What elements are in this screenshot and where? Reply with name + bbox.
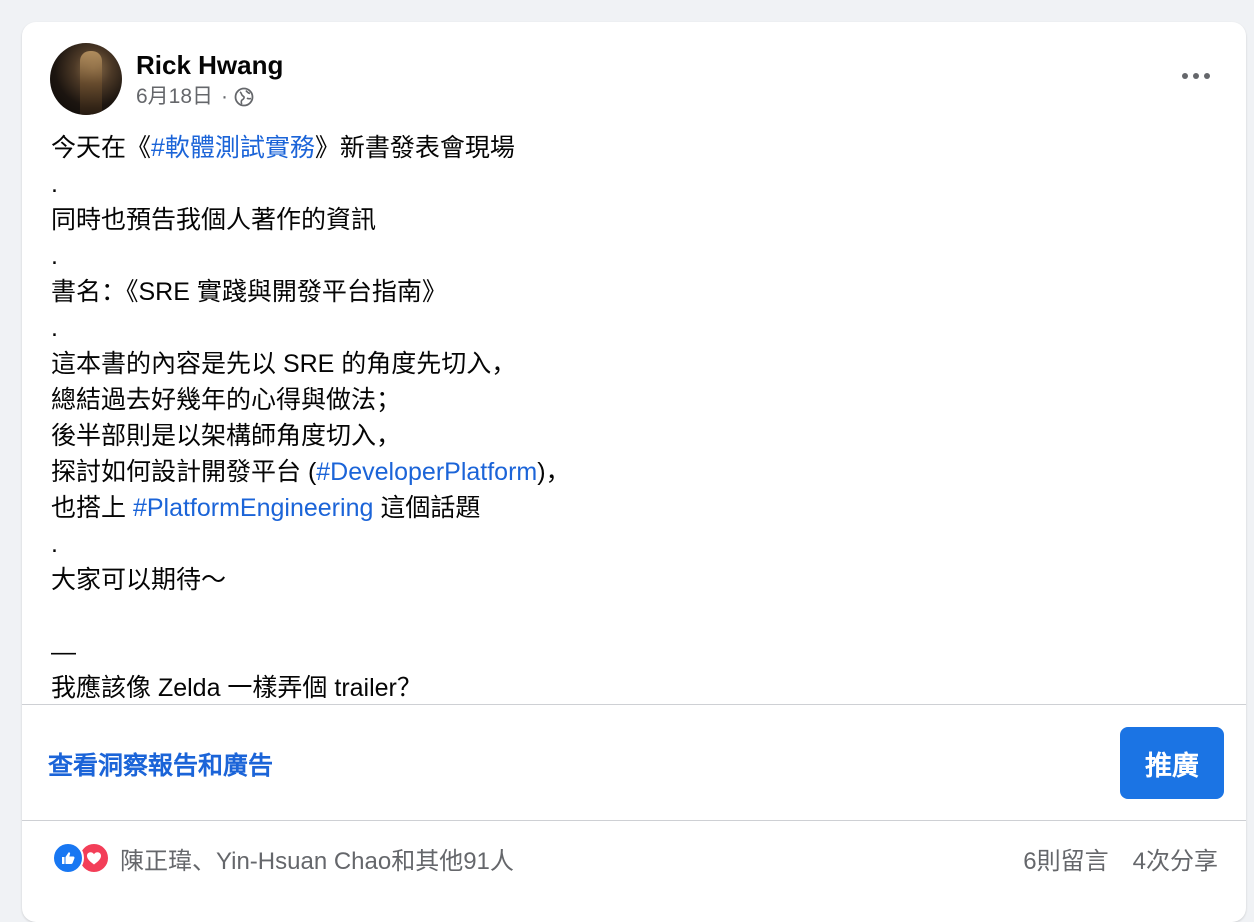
promote-button[interactable]: 推廣 bbox=[1120, 727, 1224, 799]
reacted-by-text[interactable]: 陳正瑋、Yin-Hsuan Chao和其他91人 bbox=[120, 841, 514, 876]
shares-count[interactable]: 4次分享 bbox=[1133, 841, 1218, 876]
post-date[interactable]: 6月18日 bbox=[136, 85, 213, 109]
globe-icon[interactable] bbox=[234, 87, 254, 107]
avatar[interactable] bbox=[50, 43, 122, 115]
hashtag-link[interactable]: #DeveloperPlatform bbox=[316, 458, 537, 486]
insights-link[interactable]: 查看洞察報告和廣告 bbox=[48, 746, 273, 782]
post-card: Rick Hwang 6月18日 · 今天在《#軟體測試實務》新書發表會現場. 同… bbox=[22, 22, 1246, 922]
post-text-line: 探討如何設計開發平台 (#DeveloperPlatform)， bbox=[51, 454, 1211, 490]
post-text: 這本書的內容是先以 SRE 的角度先切入， bbox=[51, 350, 517, 378]
post-text: 這個話題 bbox=[373, 494, 481, 522]
reaction-icons[interactable] bbox=[52, 842, 110, 874]
post-meta: 6月18日 · bbox=[136, 85, 283, 109]
post-text: 後半部則是以架構師角度切入， bbox=[51, 422, 402, 450]
like-icon bbox=[52, 842, 84, 874]
post-text: )， bbox=[537, 458, 571, 486]
post-text-line: 大家可以期待～ bbox=[51, 562, 1211, 598]
post-text: 我應該像 Zelda 一樣弄個 trailer？ bbox=[51, 674, 422, 702]
post-text-line: . bbox=[51, 526, 1211, 562]
post-text-line: 也搭上 #PlatformEngineering 這個話題 bbox=[51, 490, 1211, 526]
post-text: 書名：《SRE 實踐與開發平台指南》 bbox=[51, 278, 447, 306]
post-text: . bbox=[51, 170, 58, 198]
post-text-line: . bbox=[51, 238, 1211, 274]
post-text: 大家可以期待～ bbox=[51, 566, 227, 594]
post-body: 今天在《#軟體測試實務》新書發表會現場. 同時也預告我個人著作的資訊. 書名：《SR… bbox=[51, 130, 1211, 706]
comments-count[interactable]: 6則留言 bbox=[1023, 841, 1108, 876]
post-text: . bbox=[51, 242, 58, 270]
more-dot-icon bbox=[1182, 73, 1188, 79]
author-block: Rick Hwang 6月18日 · bbox=[136, 49, 283, 109]
hashtag-link[interactable]: #PlatformEngineering bbox=[133, 494, 373, 522]
post-text-line bbox=[51, 598, 1211, 634]
post-text-line: . bbox=[51, 166, 1211, 202]
post-text-line: 同時也預告我個人著作的資訊 bbox=[51, 202, 1211, 238]
more-options-button[interactable] bbox=[1176, 62, 1216, 90]
post-header: Rick Hwang 6月18日 · bbox=[50, 42, 283, 116]
more-dot-icon bbox=[1204, 73, 1210, 79]
post-text-line: 後半部則是以架構師角度切入， bbox=[51, 418, 1211, 454]
divider bbox=[22, 704, 1246, 705]
post-text-line: 我應該像 Zelda 一樣弄個 trailer？ bbox=[51, 670, 1211, 706]
post-text-line: 總結過去好幾年的心得與做法； bbox=[51, 382, 1211, 418]
hashtag-link[interactable]: #軟體測試實務 bbox=[151, 134, 315, 162]
post-text-line: — bbox=[51, 634, 1211, 670]
post-text-line: 這本書的內容是先以 SRE 的角度先切入， bbox=[51, 346, 1211, 382]
post-footer: 陳正瑋、Yin-Hsuan Chao和其他91人 6則留言 4次分享 bbox=[52, 840, 1218, 876]
more-dot-icon bbox=[1193, 73, 1199, 79]
post-text: 今天在《 bbox=[51, 134, 152, 162]
post-text: 》新書發表會現場 bbox=[314, 134, 515, 162]
post-text: . bbox=[51, 314, 58, 342]
post-text-line: . bbox=[51, 310, 1211, 346]
meta-separator: · bbox=[221, 85, 229, 108]
post-text: 同時也預告我個人著作的資訊 bbox=[51, 206, 377, 234]
author-name[interactable]: Rick Hwang bbox=[136, 49, 283, 81]
post-text: — bbox=[51, 638, 76, 666]
post-text-line: 今天在《#軟體測試實務》新書發表會現場 bbox=[51, 130, 1211, 166]
post-text-line: 書名：《SRE 實踐與開發平台指南》 bbox=[51, 274, 1211, 310]
post-text: . bbox=[51, 530, 58, 558]
post-text: 探討如何設計開發平台 ( bbox=[51, 458, 317, 486]
post-text: 總結過去好幾年的心得與做法； bbox=[51, 386, 402, 414]
post-text: 也搭上 bbox=[51, 494, 133, 522]
divider bbox=[22, 820, 1246, 821]
